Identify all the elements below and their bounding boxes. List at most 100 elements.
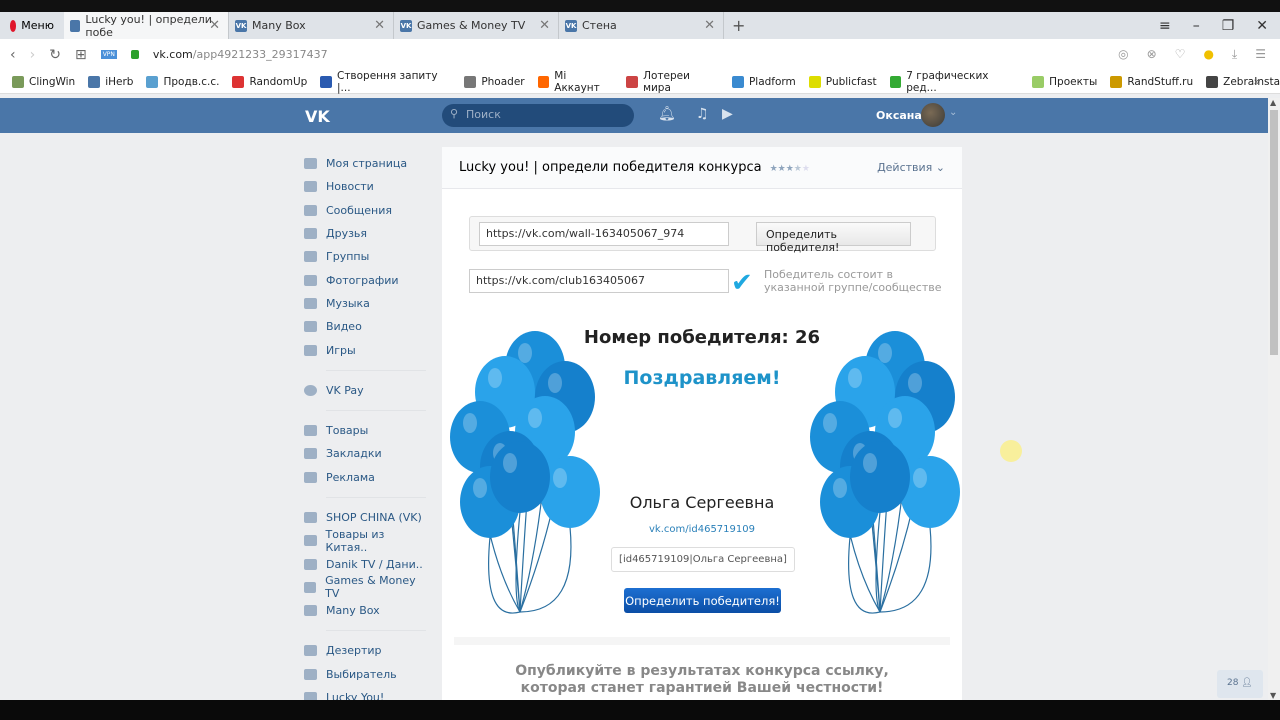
- download-icon[interactable]: ⤓: [1232, 47, 1237, 62]
- bookmarks-more-icon[interactable]: »: [1254, 76, 1260, 88]
- avatar[interactable]: [921, 103, 945, 127]
- sidebar-item[interactable]: Фотографии: [304, 268, 426, 291]
- sidebar-item[interactable]: Товары: [304, 419, 426, 442]
- minimize-icon[interactable]: –: [1193, 18, 1200, 34]
- close-icon[interactable]: ✕: [374, 18, 385, 33]
- sidebar-divider: [326, 630, 426, 632]
- sidebar-item[interactable]: Реклама: [304, 466, 426, 489]
- sidebar-item[interactable]: Новости: [304, 175, 426, 198]
- checkmark-icon[interactable]: ✔: [731, 270, 753, 296]
- vpn-badge[interactable]: VPN: [100, 50, 117, 59]
- new-tab-button[interactable]: +: [724, 16, 753, 35]
- bookmark-icon: [12, 75, 24, 88]
- music-icon[interactable]: ♫: [696, 106, 709, 122]
- bookmark-label: Pladform: [748, 75, 796, 88]
- sidebar-item[interactable]: Danik TV / Дани..: [304, 552, 426, 575]
- bookmark-item[interactable]: iHerb: [88, 75, 133, 88]
- opera-menu-button[interactable]: Меню: [0, 19, 64, 32]
- sidebar-item[interactable]: Сообщения: [304, 199, 426, 222]
- scroll-up-icon[interactable]: ▲: [1270, 98, 1276, 107]
- sidebar-item[interactable]: Видео: [304, 315, 426, 338]
- determine-winner-top-button[interactable]: Определить победителя!: [756, 222, 911, 254]
- close-icon[interactable]: ✕: [539, 18, 550, 33]
- bookmark-label: Phoader: [481, 75, 525, 88]
- bookmark-item[interactable]: Mi Аккаунт: [537, 70, 614, 94]
- extension-icon[interactable]: ●: [1203, 47, 1213, 62]
- chevron-down-icon[interactable]: ⌄: [949, 107, 957, 118]
- bookmark-item[interactable]: Продв.с.с.: [146, 75, 219, 88]
- sidebar-item[interactable]: Товары из Китая..: [304, 528, 426, 554]
- sidebar-item[interactable]: Игры: [304, 338, 426, 361]
- tab-label: Стена: [582, 19, 617, 32]
- settings-icon[interactable]: ☰: [1255, 47, 1266, 62]
- camera-icon[interactable]: ◎: [1118, 47, 1128, 62]
- sidebar-item[interactable]: Моя страница: [304, 152, 426, 175]
- sidebar-item[interactable]: VK Pay: [304, 379, 426, 402]
- scrollbar[interactable]: ▲ ▼: [1268, 98, 1280, 700]
- heart-icon[interactable]: ♡: [1175, 47, 1186, 62]
- bookmark-label: Лотереи мира: [643, 69, 690, 94]
- menu-icon: [304, 605, 317, 617]
- tab-games-money[interactable]: VK Games & Money TV ✕: [394, 12, 559, 39]
- tab-menu-icon[interactable]: ≡: [1159, 18, 1171, 34]
- post-url-input[interactable]: https://vk.com/wall-163405067_974: [479, 222, 729, 246]
- sidebar-item[interactable]: Музыка: [304, 292, 426, 315]
- bookmark-item[interactable]: ClingWin: [12, 75, 75, 88]
- bookmark-item[interactable]: Phoader: [464, 75, 525, 88]
- user-name[interactable]: Оксана: [876, 109, 922, 122]
- close-icon[interactable]: ✕: [704, 18, 715, 33]
- bookmark-item[interactable]: ZebraInsta: [1206, 75, 1280, 88]
- sidebar-item[interactable]: Закладки: [304, 442, 426, 465]
- scrollbar-thumb[interactable]: [1270, 110, 1278, 355]
- close-window-icon[interactable]: ✕: [1256, 18, 1268, 34]
- bookmark-item[interactable]: 7 графических ред...: [889, 70, 1020, 94]
- bookmark-item[interactable]: Pladform: [731, 75, 796, 88]
- bell-icon[interactable]: 🔔︎: [658, 106, 676, 122]
- bookmark-icon: [1032, 75, 1045, 88]
- lock-icon: [130, 50, 139, 59]
- sidebar-item[interactable]: Дезертир: [304, 639, 426, 662]
- vk-logo[interactable]: VK: [305, 107, 330, 126]
- sidebar-item[interactable]: Many Box: [304, 599, 426, 622]
- bookmark-item[interactable]: Лотереи мира: [626, 70, 719, 94]
- tab-label: Games & Money TV: [417, 19, 526, 32]
- reload-icon[interactable]: ↻: [49, 47, 61, 63]
- search-input[interactable]: ⚲ Поиск: [442, 104, 634, 127]
- scroll-down-icon[interactable]: ▼: [1270, 691, 1276, 700]
- online-friends-badge[interactable]: 28 👤︎: [1217, 670, 1263, 698]
- play-icon[interactable]: ▶: [722, 106, 733, 122]
- bookmark-item[interactable]: RandomUp: [232, 75, 307, 88]
- tab-wall[interactable]: VK Стена ✕: [559, 12, 724, 39]
- forward-icon[interactable]: ›: [30, 47, 36, 63]
- bookmark-item[interactable]: Publicfast: [808, 75, 877, 88]
- menu-label: Меню: [21, 19, 54, 32]
- actions-dropdown[interactable]: Действия ⌄: [877, 161, 945, 174]
- bookmark-item[interactable]: Проекты: [1032, 75, 1097, 88]
- adblock-icon[interactable]: ⊗: [1147, 47, 1157, 62]
- determine-winner-button[interactable]: Определить победителя!: [624, 588, 781, 613]
- restore-icon[interactable]: ❐: [1222, 18, 1235, 34]
- back-icon[interactable]: ‹: [10, 47, 16, 63]
- bookmark-item[interactable]: Створення запиту |...: [320, 70, 451, 94]
- bookmark-icon: [232, 75, 245, 88]
- tab-lucky-you[interactable]: Lucky you! | определи побе ✕: [64, 12, 229, 39]
- tab-many-box[interactable]: VK Many Box ✕: [229, 12, 394, 39]
- sidebar-item[interactable]: Группы: [304, 245, 426, 268]
- tab-bar: Меню Lucky you! | определи побе ✕ VK Many …: [0, 12, 1280, 39]
- sidebar-item[interactable]: Друзья: [304, 222, 426, 245]
- sidebar-item-label: VK Pay: [326, 383, 364, 397]
- sidebar-item-label: Выбиратель: [326, 667, 397, 681]
- sidebar-item-label: Фотографии: [326, 273, 399, 287]
- winner-code-field[interactable]: [id465719109|Ольга Сергеевна]: [611, 547, 795, 572]
- bookmark-item[interactable]: RandStuff.ru: [1110, 75, 1193, 88]
- menu-icon: [304, 321, 317, 333]
- sidebar-item[interactable]: Games & Money TV: [304, 574, 426, 600]
- speed-dial-icon[interactable]: ⊞: [75, 47, 87, 63]
- winner-profile-link[interactable]: vk.com/id465719109: [442, 524, 962, 535]
- group-url-input[interactable]: https://vk.com/club163405067: [469, 269, 729, 293]
- sidebar-item-label: Товары: [326, 424, 369, 438]
- url-field[interactable]: vk.com/app4921233_29317437: [153, 48, 328, 61]
- close-icon[interactable]: ✕: [209, 18, 220, 33]
- sidebar-item[interactable]: Выбиратель: [304, 663, 426, 686]
- sidebar-item[interactable]: SHOP CHINA (VK): [304, 506, 426, 529]
